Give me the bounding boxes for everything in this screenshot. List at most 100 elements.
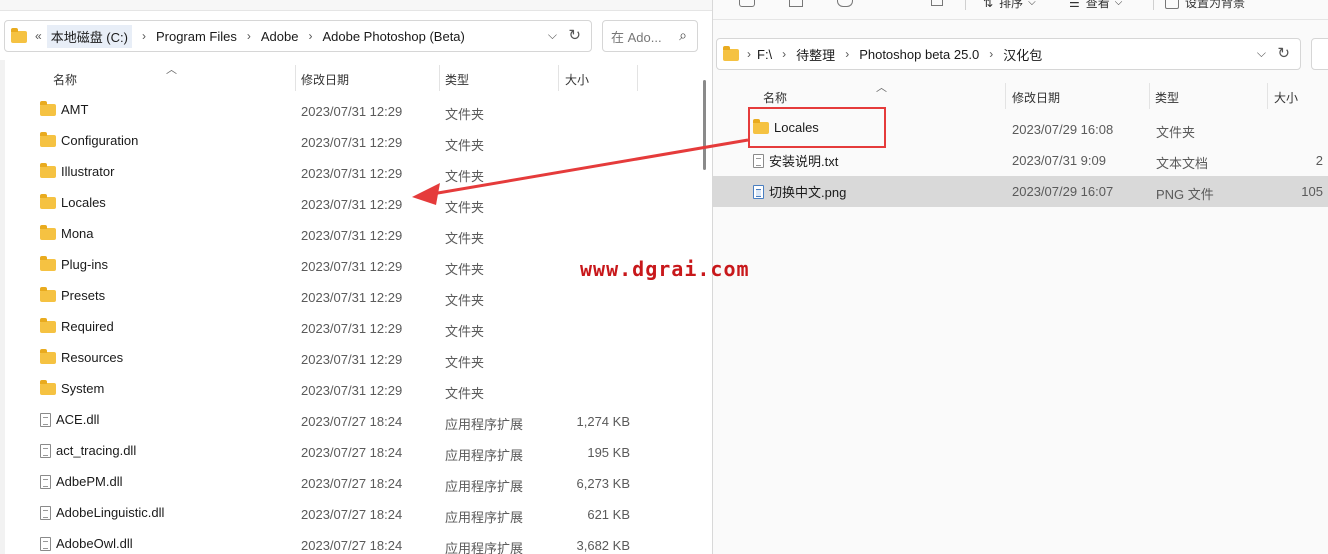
overflow-crumb[interactable]: « [35,29,42,43]
list-item[interactable]: Illustrator 2023/07/31 12:29 文件夹 [0,158,700,189]
list-item[interactable]: 安装说明.txt 2023/07/31 9:09 文本文档 2 [713,145,1328,176]
file-type: 文件夹 [445,293,485,308]
view-button[interactable]: ☰ 查看 ⌵ [1069,0,1122,11]
column-size[interactable]: 大小 [565,71,589,88]
breadcrumb-item[interactable]: Program Files [156,27,237,46]
delete-icon[interactable] [931,0,943,6]
file-date: 2023/07/29 16:07 [1012,184,1114,199]
file-type: 文件夹 [445,262,485,277]
list-item[interactable]: System 2023/07/31 12:29 文件夹 [0,375,700,406]
copy-icon[interactable] [739,0,755,7]
sort-button[interactable]: ⇅ 排序 ⌵ [983,0,1036,11]
dll-file-icon [40,536,51,551]
list-item[interactable]: AdobeOwl.dll 2023/07/27 18:24 应用程序扩展 3,682 … [0,530,700,554]
dll-file-icon [40,505,51,520]
left-scrollbar[interactable] [703,80,706,170]
file-type: 文件夹 [445,169,485,184]
column-type[interactable]: 类型 [1155,89,1179,106]
chevron-down-icon[interactable]: ⌵ [548,28,557,43]
search-input[interactable]: 在 Ado... ⌕ [602,20,698,52]
right-search-input[interactable] [1311,38,1328,70]
file-name: Resources [40,348,123,365]
file-size: 195 KB [587,445,630,460]
breadcrumb-item[interactable]: 待整理 [796,43,835,66]
file-date: 2023/07/31 12:29 [301,135,403,150]
left-file-list: AMT 2023/07/31 12:29 文件夹 Configuration 2023/… [0,96,700,554]
refresh-icon[interactable]: ↻ [568,26,581,44]
right-address-bar[interactable]: › F:\ › 待整理 › Photoshop beta 25.0 › 汉化包 ⌵ ↻ [716,38,1301,70]
search-icon: ⌕ [679,27,687,43]
folder-icon [40,162,56,178]
chevron-down-icon[interactable]: ⌵ [1257,46,1266,61]
file-name-label: AdobeLinguistic.dll [56,505,165,520]
chevron-right-icon: › [782,47,787,61]
breadcrumb-item[interactable]: F:\ [757,45,772,64]
list-item[interactable]: act_tracing.dll 2023/07/27 18:24 应用程序扩展 195… [0,437,700,468]
file-name: Presets [40,286,106,303]
file-type: 应用程序扩展 [445,448,524,463]
file-name-label: Mona [61,226,94,241]
column-date[interactable]: 修改日期 [301,71,349,88]
breadcrumb-item[interactable]: 汉化包 [1003,43,1042,66]
file-date: 2023/07/27 18:24 [301,476,403,491]
folder-icon [40,100,56,116]
list-item[interactable]: 切换中文.png 2023/07/29 16:07 PNG 文件 105 [713,176,1328,207]
breadcrumb-item[interactable]: 本地磁盘 (C:) [46,24,132,48]
chevron-right-icon: › [989,47,994,61]
view-icon: ☰ [1069,0,1080,10]
list-item[interactable]: AdobeLinguistic.dll 2023/07/27 18:24 应用程序扩… [0,499,700,530]
file-name-label: Illustrator [61,164,115,179]
breadcrumb: F:\ › 待整理 › Photoshop beta 25.0 › 汉化包 [757,43,1042,66]
file-name-label: Presets [61,288,106,303]
column-name[interactable]: 名称 [53,71,77,88]
list-item[interactable]: ACE.dll 2023/07/27 18:24 应用程序扩展 1,274 KB [0,406,700,437]
list-item[interactable]: Configuration 2023/07/31 12:29 文件夹 [0,127,700,158]
list-item[interactable]: Resources 2023/07/31 12:29 文件夹 [0,344,700,375]
file-date: 2023/07/27 18:24 [301,507,403,522]
image-icon [1165,0,1179,9]
file-name: Configuration [40,131,138,148]
column-name[interactable]: 名称 [763,89,787,106]
file-name-label: 安装说明.txt [769,154,839,169]
file-name-label: Required [61,319,114,334]
left-address-bar[interactable]: « 本地磁盘 (C:) › Program Files › Adobe › Adobe Ph… [4,20,592,52]
file-type: 文件夹 [445,386,485,401]
file-name-label: System [61,381,105,396]
share-icon[interactable] [837,0,853,7]
dll-file-icon [40,474,51,489]
set-background-button[interactable]: 设置为背景 [1165,0,1245,11]
sort-icon: ⇅ [983,0,994,10]
folder-icon [40,193,56,209]
file-name-label: 切换中文.png [769,185,847,200]
column-date[interactable]: 修改日期 [1012,89,1060,106]
file-type: 应用程序扩展 [445,541,524,554]
list-item[interactable]: AMT 2023/07/31 12:29 文件夹 [0,96,700,127]
breadcrumb-item[interactable]: Photoshop beta 25.0 [859,45,979,64]
refresh-icon[interactable]: ↻ [1277,44,1290,62]
file-date: 2023/07/27 18:24 [301,414,403,429]
folder-icon [40,317,56,333]
list-item[interactable]: Required 2023/07/31 12:29 文件夹 [0,313,700,344]
list-item[interactable]: Presets 2023/07/31 12:29 文件夹 [0,282,700,313]
file-name: Mona [40,224,94,241]
file-type: 文件夹 [445,138,485,153]
file-name: AdobeOwl.dll [40,536,133,551]
file-name-label: AMT [61,102,89,117]
breadcrumb-item[interactable]: Adobe Photoshop (Beta) [322,27,464,46]
chevron-down-icon: ⌵ [1028,0,1036,8]
file-type: 应用程序扩展 [445,510,524,525]
column-type[interactable]: 类型 [445,71,469,88]
list-item[interactable]: Locales 2023/07/31 12:29 文件夹 [0,189,700,220]
file-size: 3,682 KB [576,538,631,553]
file-date: 2023/07/31 12:29 [301,383,403,398]
breadcrumb-item[interactable]: Adobe [261,27,299,46]
right-explorer-window: ⇅ 排序 ⌵ ☰ 查看 ⌵ 设置为背景 ··· › F:\ › 待整理 › Photos… [713,0,1328,554]
column-size[interactable]: 大小 [1274,89,1298,106]
more-icon[interactable]: ··· [1279,0,1295,8]
paste-icon[interactable] [789,0,803,7]
list-item[interactable]: AdbePM.dll 2023/07/27 18:24 应用程序扩展 6,273 KB [0,468,700,499]
folder-icon [40,348,56,364]
file-date: 2023/07/31 12:29 [301,228,403,243]
list-item[interactable]: Mona 2023/07/31 12:29 文件夹 [0,220,700,251]
file-size: 1,274 KB [576,414,631,429]
